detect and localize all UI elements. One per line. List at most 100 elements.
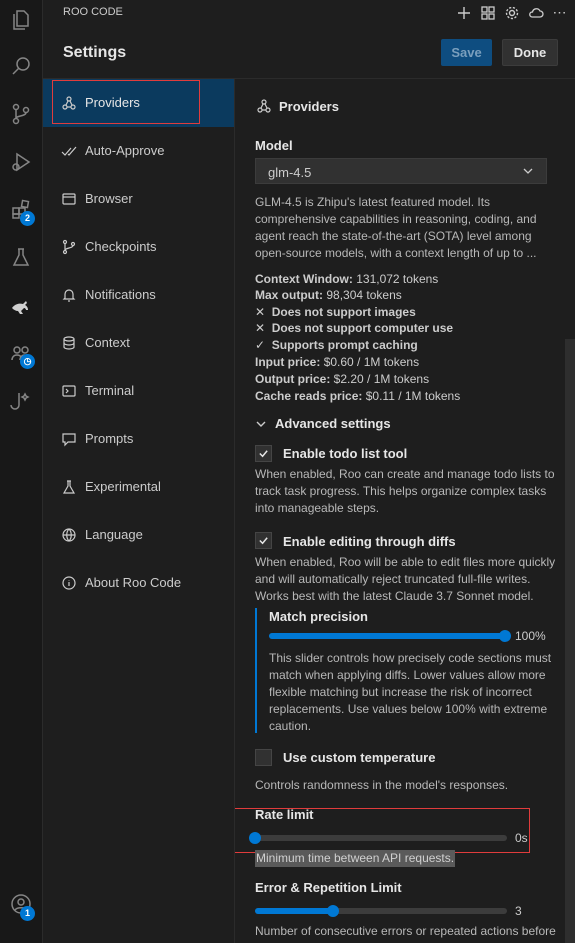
globe-icon (62, 528, 76, 542)
app-name: ROO CODE (63, 6, 123, 18)
x-icon: ✕ (255, 321, 266, 335)
nav-label: Checkpoints (85, 239, 157, 254)
settings-content: Providers Model glm-4.5 GLM-4.5 is Zhipu… (235, 79, 575, 943)
activity-bar: 2 ◷ 1 (0, 0, 43, 943)
nav-label: Browser (85, 191, 133, 206)
kangaroo-icon[interactable] (0, 286, 42, 326)
max-output-info: Max output: 98,304 tokens (255, 288, 402, 302)
nav-item-about[interactable]: About Roo Code (43, 559, 234, 607)
check-icon: ✓ (255, 338, 266, 352)
diffs-label[interactable]: Enable editing through diffs (283, 534, 456, 549)
error-limit-description: Number of consecutive errors or repeated… (255, 924, 556, 938)
source-control-icon[interactable] (0, 94, 42, 134)
error-limit-label: Error & Repetition Limit (255, 880, 402, 895)
flask-icon (62, 480, 76, 494)
x-icon: ✕ (255, 305, 266, 319)
view-title-bar: ROO CODE ⋯ (43, 0, 575, 26)
model-select[interactable]: glm-4.5 (255, 158, 547, 184)
images-support: ✕ Does not support images (255, 305, 416, 319)
error-limit-slider[interactable] (255, 905, 507, 917)
nav-item-browser[interactable]: Browser (43, 175, 234, 223)
more-icon[interactable]: ⋯ (550, 3, 569, 22)
extensions-badge: 2 (20, 211, 35, 226)
cache-reads-info: Cache reads price: $0.11 / 1M tokens (255, 389, 461, 403)
nav-item-auto-approve[interactable]: Auto-Approve (43, 127, 234, 175)
nav-label: Auto-Approve (85, 143, 165, 158)
slider-fill (269, 633, 505, 639)
chevron-down-icon (523, 168, 533, 174)
error-limit-value: 3 (515, 904, 522, 918)
match-precision-value: 100% (515, 629, 546, 643)
model-description: GLM-4.5 is Zhipu's latest featured model… (255, 195, 537, 260)
save-button[interactable]: Save (441, 39, 492, 66)
computer-use-support: ✕ Does not support computer use (255, 321, 454, 335)
nav-label: Experimental (85, 479, 161, 494)
prompt-caching-support: ✓ Supports prompt caching (255, 338, 418, 352)
hook-icon[interactable] (0, 382, 42, 422)
page-title: Settings (63, 44, 127, 61)
settings-nav: Providers Auto-Approve Browser Checkpoin… (43, 79, 235, 943)
temperature-description: Controls randomness in the model's respo… (255, 778, 509, 792)
account-badge: 1 (20, 906, 35, 921)
slider-thumb[interactable] (499, 630, 511, 642)
scrollbar[interactable] (565, 339, 575, 943)
check-icon (259, 537, 268, 545)
nav-item-prompts[interactable]: Prompts (43, 415, 234, 463)
branch-icon (62, 239, 76, 255)
run-debug-icon[interactable] (0, 142, 42, 182)
match-precision-label: Match precision (269, 609, 368, 624)
model-label: Model (255, 138, 293, 153)
clock-badge-icon: ◷ (20, 354, 35, 369)
todo-checkbox[interactable] (255, 445, 272, 462)
plus-icon[interactable] (454, 3, 473, 22)
nav-item-experimental[interactable]: Experimental (43, 463, 234, 511)
highlight-box (235, 808, 530, 853)
temperature-label[interactable]: Use custom temperature (283, 750, 435, 765)
testing-icon[interactable] (0, 238, 42, 278)
checks-icon (61, 146, 77, 156)
nav-item-checkpoints[interactable]: Checkpoints (43, 223, 234, 271)
subsection-indicator (255, 608, 257, 733)
settings-header: Settings Save Done (43, 26, 575, 79)
done-button[interactable]: Done (502, 39, 558, 66)
todo-description: When enabled, Roo can create and manage … (255, 467, 555, 515)
advanced-label: Advanced settings (275, 416, 391, 431)
nav-item-context[interactable]: Context (43, 319, 234, 367)
nav-label: Notifications (85, 287, 156, 302)
bell-icon (62, 289, 76, 302)
nav-label: Context (85, 335, 130, 350)
section-title: Providers (279, 99, 339, 114)
advanced-settings-toggle[interactable]: Advanced settings (255, 416, 391, 431)
todo-label[interactable]: Enable todo list tool (283, 446, 407, 461)
gear-icon[interactable] (502, 3, 521, 22)
match-precision-description: This slider controls how precisely code … (269, 651, 552, 733)
extensions-icon[interactable] (0, 190, 42, 230)
slider-thumb[interactable] (327, 905, 340, 917)
browser-icon (62, 193, 76, 205)
nav-item-terminal[interactable]: Terminal (43, 367, 234, 415)
database-icon (63, 336, 75, 350)
check-icon (259, 450, 268, 458)
slider-fill (255, 908, 334, 914)
search-icon[interactable] (0, 46, 42, 86)
explorer-icon[interactable] (0, 0, 42, 40)
chevron-down-icon (256, 421, 266, 427)
nav-item-language[interactable]: Language (43, 511, 234, 559)
nav-item-notifications[interactable]: Notifications (43, 271, 234, 319)
model-value: glm-4.5 (268, 165, 312, 180)
rate-limit-description: Minimum time between API requests. (255, 850, 456, 867)
temperature-checkbox[interactable] (255, 749, 272, 766)
diffs-checkbox[interactable] (255, 532, 272, 549)
diffs-description: When enabled, Roo will be able to edit f… (255, 555, 556, 603)
marketplace-icon[interactable] (478, 3, 497, 22)
providers-icon (257, 99, 271, 113)
terminal-icon (62, 385, 76, 397)
agents-icon[interactable] (0, 334, 42, 374)
context-window-info: Context Window: 131,072 tokens (255, 272, 439, 286)
nav-label: About Roo Code (85, 575, 182, 590)
cloud-icon[interactable] (526, 3, 545, 22)
nav-label: Terminal (85, 383, 135, 398)
chat-icon (62, 433, 76, 447)
nav-label: Language (85, 527, 143, 542)
match-precision-slider[interactable] (269, 630, 511, 642)
